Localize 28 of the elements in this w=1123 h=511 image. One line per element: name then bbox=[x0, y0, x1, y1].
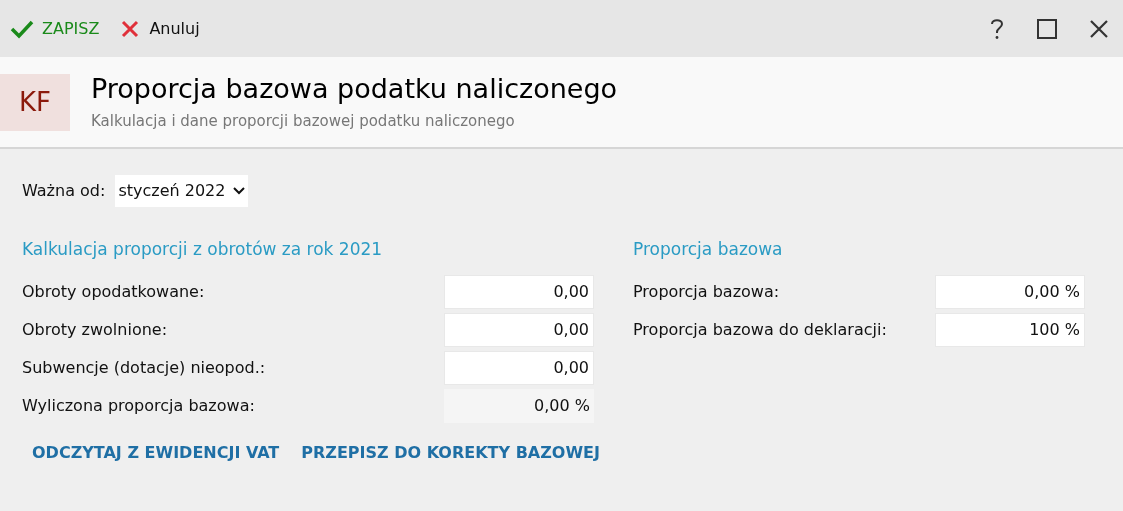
field-label: Ważna od: bbox=[22, 180, 106, 202]
close-icon bbox=[1090, 19, 1108, 38]
chevron-down-icon bbox=[233, 187, 246, 195]
field-label: Wyliczona proporcja bazowa: bbox=[22, 394, 255, 417]
number-field[interactable]: 0,00 bbox=[444, 350, 594, 385]
field-label: Proporcja bazowa: bbox=[633, 280, 780, 303]
field-label: Subwencje (dotacje) nieopod.: bbox=[22, 356, 266, 379]
maximize-icon bbox=[1037, 18, 1057, 39]
number-field[interactable]: 0,00 % bbox=[935, 274, 1085, 309]
page-subtitle: Kalkulacja i dane proporcji bazowej podatku naliczonego bbox=[91, 110, 516, 132]
action-link[interactable]: ODCZYTAJ Z EWIDENCJI VAT bbox=[32, 440, 280, 465]
field-label: Obroty zwolnione: bbox=[22, 318, 168, 341]
action-link[interactable]: PRZEPISZ DO KOREKTY BAZOWEJ bbox=[301, 440, 600, 465]
save-button[interactable]: ZAPISZ bbox=[8, 16, 102, 41]
page-title: Proporcja bazowa podatku naliczonego bbox=[91, 71, 618, 106]
field-label: Proporcja bazowa do deklaracji: bbox=[633, 318, 887, 341]
number-field[interactable]: 0,00 bbox=[444, 312, 594, 347]
section-heading: Proporcja bazowa bbox=[633, 238, 784, 261]
checkmark-icon bbox=[10, 18, 34, 39]
module-badge: KF bbox=[0, 73, 70, 131]
number-field[interactable]: 100 % bbox=[935, 312, 1085, 347]
number-field[interactable]: 0,00 bbox=[444, 274, 594, 309]
close-icon bbox=[121, 19, 140, 38]
month-dropdown[interactable]: styczeń 2022 bbox=[115, 175, 249, 207]
cancel-button[interactable]: Anuluj bbox=[121, 16, 200, 41]
field-label: Obroty opodatkowane: bbox=[22, 280, 205, 303]
help-icon bbox=[990, 17, 1004, 40]
section-heading: Kalkulacja proporcji z obrotów za rok 2021 bbox=[22, 238, 384, 261]
